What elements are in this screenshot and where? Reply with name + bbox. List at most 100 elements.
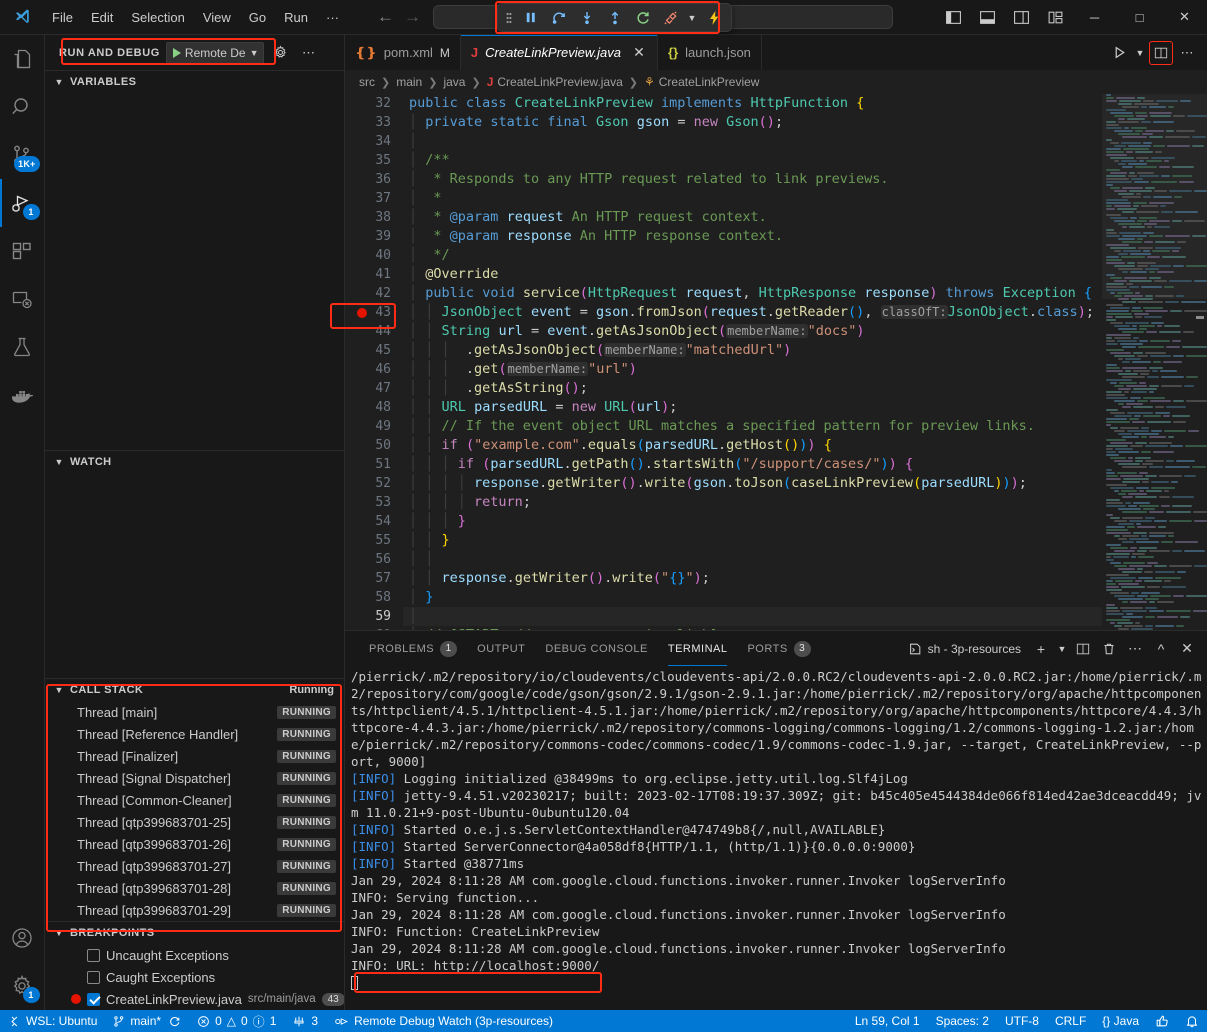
go-back-icon[interactable]: ← <box>377 7 394 27</box>
callstack-thread-row[interactable]: Thread [qtp399683701-25]RUNNING <box>45 811 344 833</box>
status-problems[interactable]: 0 △ 0 ⓘ 1 <box>189 1010 284 1032</box>
toggle-primary-sidebar-icon[interactable] <box>936 0 970 35</box>
breakpoint-checkbox[interactable] <box>87 971 100 984</box>
status-cursor-position[interactable]: Ln 59, Col 1 <box>847 1010 928 1032</box>
code-text[interactable]: │ │ │ .getAsString(); <box>403 379 1102 398</box>
code-content[interactable]: 32public class CreateLinkPreview impleme… <box>345 94 1102 630</box>
breadcrumb-main[interactable]: main <box>396 75 422 89</box>
chevron-down-icon[interactable]: ▼ <box>250 48 259 58</box>
line-number[interactable]: 51 <box>345 455 403 474</box>
code-line[interactable]: 43│ │ JsonObject event = gson.fromJson(r… <box>345 303 1102 322</box>
status-encoding[interactable]: UTF-8 <box>997 1010 1047 1032</box>
code-text[interactable]: │ * <box>403 189 1102 208</box>
code-text[interactable]: │ */ <box>403 246 1102 265</box>
new-terminal-icon[interactable]: + <box>1029 637 1053 661</box>
status-remote-indicator[interactable]: WSL: Ubuntu <box>0 1010 105 1032</box>
maximize-panel-icon[interactable]: ^ <box>1149 637 1173 661</box>
code-line[interactable]: 52│ │ │ │ response.getWriter().write(gso… <box>345 474 1102 493</box>
line-number[interactable]: 45 <box>345 341 403 360</box>
status-eol[interactable]: CRLF <box>1047 1010 1094 1032</box>
code-line[interactable]: 33│ private static final Gson gson = new… <box>345 113 1102 132</box>
line-number[interactable]: 43 <box>345 303 403 322</box>
code-text[interactable]: │ │ JsonObject event = gson.fromJson(req… <box>403 303 1102 322</box>
debug-configuration-select[interactable]: Remote De ▼ <box>166 42 264 64</box>
terminal-dropdown-icon[interactable]: ▼ <box>1055 637 1069 661</box>
disconnect-button[interactable] <box>657 6 684 30</box>
breadcrumb-java[interactable]: java <box>443 75 465 89</box>
line-number[interactable]: 42 <box>345 284 403 303</box>
activitybar-item-settings[interactable]: 1 <box>0 962 45 1010</box>
activitybar-item-accounts[interactable] <box>0 914 45 962</box>
code-line[interactable]: 45│ │ │ .getAsJsonObject(memberName:"mat… <box>345 341 1102 360</box>
breadcrumb-src[interactable]: src <box>359 75 375 89</box>
watch-section-header[interactable]: ▼ WATCH <box>45 451 344 473</box>
sidebar-more-actions-icon[interactable]: ⋯ <box>298 42 320 64</box>
line-number[interactable]: 48 <box>345 398 403 417</box>
code-text[interactable]: │ │ │ if (parsedURL.getPath().startsWith… <box>403 455 1102 474</box>
code-text[interactable]: │ * @param response An HTTP response con… <box>403 227 1102 246</box>
code-text[interactable]: │ private static final Gson gson = new G… <box>403 113 1102 132</box>
split-terminal-icon[interactable] <box>1071 637 1095 661</box>
debug-settings-gear-icon[interactable] <box>270 42 292 64</box>
callstack-thread-row[interactable]: Thread [qtp399683701-27]RUNNING <box>45 855 344 877</box>
code-line[interactable]: 60│ // [START add_ons_case_preview_link] <box>345 626 1102 630</box>
breakpoint-marker-icon[interactable] <box>357 308 367 318</box>
code-text[interactable]: │ │ │ │ return; <box>403 493 1102 512</box>
line-number[interactable]: 38 <box>345 208 403 227</box>
maximize-button[interactable]: □ <box>1117 0 1162 35</box>
code-text[interactable]: │ │ if ("example.com".equals(parsedURL.g… <box>403 436 1102 455</box>
toggle-panel-icon[interactable] <box>970 0 1004 35</box>
customize-layout-icon[interactable] <box>1038 0 1072 35</box>
tab-launch-json[interactable]: {} launch.json <box>658 35 762 70</box>
chevron-down-icon[interactable]: ▼ <box>685 13 699 23</box>
line-number[interactable]: 56 <box>345 550 403 569</box>
variables-section-header[interactable]: ▼ VARIABLES <box>45 71 344 93</box>
code-line[interactable]: 41│ @Override <box>345 265 1102 284</box>
code-text[interactable]: │ // [START add_ons_case_preview_link] <box>403 626 1102 630</box>
close-panel-icon[interactable]: ✕ <box>1175 637 1199 661</box>
line-number[interactable]: 52 <box>345 474 403 493</box>
tab-terminal[interactable]: TERMINAL <box>658 631 738 666</box>
step-out-button[interactable] <box>601 6 628 30</box>
breakpoint-row[interactable]: Caught Exceptions <box>45 966 344 988</box>
line-number[interactable]: 34 <box>345 132 403 151</box>
breakpoint-checkbox[interactable] <box>87 993 100 1006</box>
line-number[interactable]: 53 <box>345 493 403 512</box>
code-line[interactable]: 46│ │ │ .get(memberName:"url") <box>345 360 1102 379</box>
tab-problems[interactable]: PROBLEMS 1 <box>359 631 467 666</box>
step-over-button[interactable] <box>545 6 572 30</box>
code-text[interactable]: │ │ URL parsedURL = new URL(url); <box>403 398 1102 417</box>
code-line[interactable]: 32public class CreateLinkPreview impleme… <box>345 94 1102 113</box>
code-text[interactable]: │ │ │ │ response.getWriter().write(gson.… <box>403 474 1102 493</box>
sync-icon[interactable] <box>168 1015 181 1028</box>
code-line[interactable]: 44│ │ String url = event.getAsJsonObject… <box>345 322 1102 341</box>
code-line[interactable]: 56│ │ <box>345 550 1102 569</box>
code-line[interactable]: 38│ * @param request An HTTP request con… <box>345 208 1102 227</box>
close-button[interactable]: ✕ <box>1162 0 1207 35</box>
line-number[interactable]: 40 <box>345 246 403 265</box>
code-line[interactable]: 40│ */ <box>345 246 1102 265</box>
line-number[interactable]: 41 <box>345 265 403 284</box>
status-branch[interactable]: main* <box>105 1010 189 1032</box>
line-number[interactable]: 39 <box>345 227 403 246</box>
minimap[interactable] <box>1102 94 1207 630</box>
code-text[interactable]: │ public void service(HttpRequest reques… <box>403 284 1102 303</box>
code-line[interactable]: 36│ * Responds to any HTTP request relat… <box>345 170 1102 189</box>
line-number[interactable]: 60 <box>345 626 403 630</box>
code-text[interactable]: │ │ // If the event object URL matches a… <box>403 417 1102 436</box>
callstack-thread-row[interactable]: Thread [Signal Dispatcher]RUNNING <box>45 767 344 789</box>
code-text[interactable]: │ │ response.getWriter().write("{}"); <box>403 569 1102 588</box>
code-line[interactable]: 34│ <box>345 132 1102 151</box>
menu-more[interactable]: ··· <box>318 7 347 28</box>
code-text[interactable]: │ @Override <box>403 265 1102 284</box>
menu-go[interactable]: Go <box>241 7 274 28</box>
code-text[interactable]: │ │ │ .getAsJsonObject(memberName:"match… <box>403 341 1102 360</box>
code-text[interactable]: │ <box>403 132 1102 151</box>
status-ports[interactable]: 3 <box>284 1010 326 1032</box>
line-number[interactable]: 32 <box>345 94 403 113</box>
line-number[interactable]: 58 <box>345 588 403 607</box>
line-number[interactable]: 54 <box>345 512 403 531</box>
line-number[interactable]: 47 <box>345 379 403 398</box>
kill-terminal-icon[interactable] <box>1097 637 1121 661</box>
code-text[interactable]: │ /** <box>403 151 1102 170</box>
